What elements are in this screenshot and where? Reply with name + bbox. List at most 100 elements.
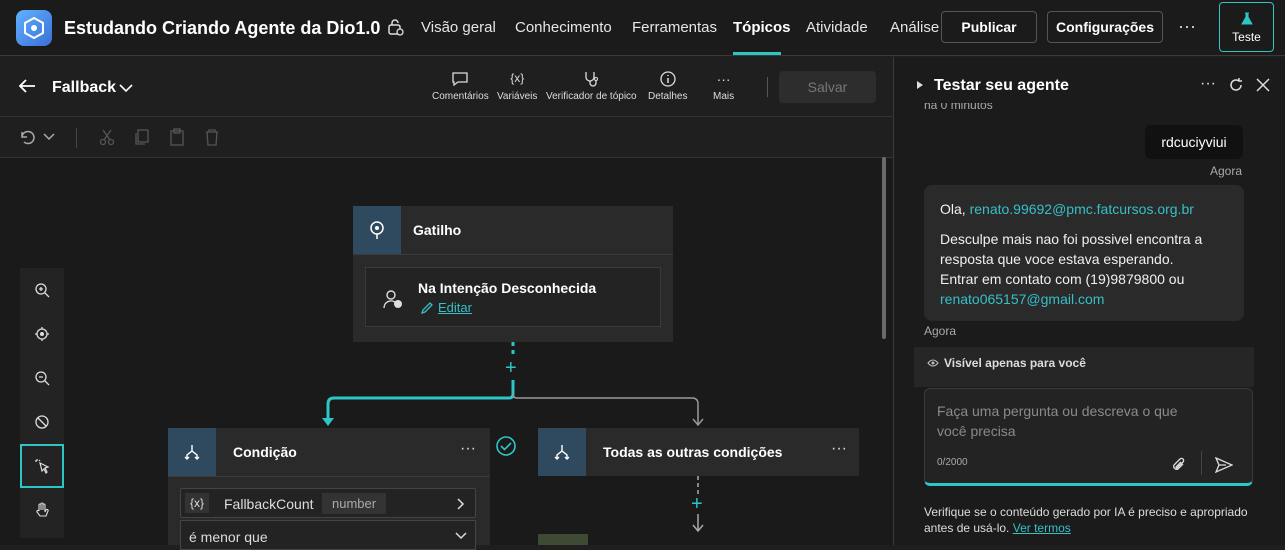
- panel-more-icon[interactable]: ···: [1200, 75, 1216, 93]
- condition-node[interactable]: Condição ··· {x} FallbackCount number é …: [168, 428, 490, 550]
- publish-button[interactable]: Publicar: [941, 11, 1037, 43]
- edit-link[interactable]: Editar: [420, 300, 472, 315]
- edit-toolbar: [0, 118, 893, 158]
- variable-name: FallbackCount: [224, 496, 314, 512]
- tab-overview[interactable]: Visão geral: [421, 19, 496, 36]
- trigger-event-name: Na Intenção Desconhecida: [418, 280, 597, 296]
- operator-value: é menor que: [189, 529, 268, 545]
- select-tool-icon[interactable]: [20, 444, 64, 488]
- variable-selector[interactable]: {x} FallbackCount number: [180, 488, 476, 518]
- canvas-scrollbar[interactable]: [882, 157, 886, 339]
- more-options-icon[interactable]: ···: [1178, 16, 1196, 37]
- delete-icon[interactable]: [204, 128, 220, 146]
- toolbar-divider: [76, 128, 77, 148]
- more-label: Mais: [713, 91, 735, 102]
- top-bar: Estudando Criando Agente da Dio1.0 Visão…: [0, 0, 1285, 56]
- tab-knowledge[interactable]: Conhecimento: [515, 19, 612, 36]
- tab-tools[interactable]: Ferramentas: [632, 19, 717, 36]
- back-arrow-icon[interactable]: [18, 78, 36, 97]
- chat-input[interactable]: Faça uma pergunta ou descreva o que você…: [924, 388, 1253, 486]
- zoom-out-icon[interactable]: [20, 356, 64, 400]
- flow-canvas[interactable]: + + Gatilho Na Intenção Desconhecida Edi…: [0, 158, 893, 550]
- details-label: Detalhes: [648, 91, 688, 102]
- tab-topics[interactable]: Tópicos: [733, 19, 791, 36]
- condition-icon-box: [168, 428, 216, 476]
- bot-email-link-2[interactable]: renato065157@gmail.com: [940, 289, 1228, 309]
- visibility-notice: Visível apenas para você: [914, 347, 1254, 387]
- user-message: rdcuciyviui: [1145, 125, 1243, 159]
- flask-icon: [1240, 12, 1253, 24]
- chevron-down-icon[interactable]: [119, 81, 133, 96]
- earlier-timestamp: há 0 minutos: [924, 103, 993, 112]
- caret-right-icon[interactable]: [917, 81, 923, 89]
- minimap-off-icon[interactable]: [20, 400, 64, 444]
- add-node-button[interactable]: +: [505, 358, 517, 378]
- topic-checker-tool[interactable]: Verificador de tópico: [546, 71, 637, 102]
- terms-link[interactable]: Ver termos: [1013, 521, 1071, 535]
- variable-icon: {x}: [510, 71, 525, 85]
- node-menu-icon[interactable]: ···: [460, 440, 476, 458]
- canvas-tools: [20, 268, 64, 538]
- node-divider: [168, 476, 490, 477]
- char-counter: 0/2000: [937, 457, 968, 468]
- condition-title: Condição: [233, 444, 297, 460]
- test-button[interactable]: Teste: [1219, 2, 1274, 52]
- add-node-button[interactable]: +: [691, 494, 703, 514]
- trigger-node[interactable]: Gatilho Na Intenção Desconhecida Editar: [353, 206, 673, 342]
- trigger-title: Gatilho: [413, 222, 462, 238]
- bot-line-1: Desculpe mais nao foi possivel encontra …: [940, 231, 1203, 267]
- recenter-icon[interactable]: [20, 312, 64, 356]
- visibility-text: Visível apenas para você: [944, 356, 1086, 370]
- node-menu-icon[interactable]: ···: [831, 440, 847, 458]
- trigger-icon-box: [353, 206, 401, 254]
- undo-icon[interactable]: [18, 128, 36, 146]
- copy-icon[interactable]: [134, 128, 150, 146]
- other-conditions-node[interactable]: Todas as outras condições ···: [538, 428, 859, 476]
- edit-label: Editar: [438, 300, 472, 315]
- operator-select[interactable]: é menor que: [180, 520, 476, 550]
- trigger-event-card[interactable]: Na Intenção Desconhecida Editar: [365, 267, 661, 327]
- comments-tool[interactable]: Comentários: [432, 71, 489, 102]
- attach-icon[interactable]: [1171, 457, 1187, 473]
- agent-settings-icon[interactable]: [386, 18, 404, 39]
- branch-icon: [554, 445, 570, 460]
- toolbar-divider: [767, 77, 768, 97]
- branch-icon: [184, 445, 200, 460]
- test-agent-panel: Testar seu agente ··· há 0 minutos rdcuc…: [893, 57, 1285, 545]
- pencil-icon: [420, 301, 433, 314]
- eye-icon: [927, 359, 939, 367]
- tab-analytics[interactable]: Análise: [890, 19, 939, 36]
- test-panel-title: Testar seu agente: [934, 77, 1069, 94]
- settings-button[interactable]: Configurações: [1047, 11, 1163, 43]
- bot-message-time: Agora: [924, 324, 957, 338]
- input-divider: [1201, 451, 1202, 475]
- user-chat-icon: [383, 290, 402, 309]
- variables-tool[interactable]: {x} Variáveis: [497, 71, 537, 102]
- comment-icon: [452, 72, 468, 87]
- editor-header: Fallback Comentários {x} Variáveis Verif…: [0, 57, 893, 117]
- node-divider: [353, 254, 673, 255]
- tab-activity[interactable]: Atividade: [806, 19, 868, 36]
- paste-icon[interactable]: [169, 128, 185, 146]
- app-title: Estudando Criando Agente da Dio1.0: [64, 18, 381, 38]
- more-tool[interactable]: ··· Mais: [713, 71, 734, 102]
- info-icon: [660, 71, 676, 87]
- comments-label: Comentários: [432, 91, 489, 102]
- topic-name[interactable]: Fallback: [52, 79, 116, 97]
- bot-greeting: Ola,: [940, 201, 966, 217]
- chevron-down-icon[interactable]: [43, 132, 55, 142]
- disclaimer-text: Verifique se o conteúdo gerado por IA é …: [924, 505, 1248, 535]
- chat-input-placeholder: Faça uma pergunta ou descreva o que você…: [937, 403, 1178, 439]
- details-tool[interactable]: Detalhes: [648, 71, 687, 102]
- refresh-icon[interactable]: [1228, 77, 1244, 93]
- send-icon[interactable]: [1215, 457, 1233, 473]
- bot-email-link[interactable]: renato.99692@pmc.fatcursos.org.br: [970, 201, 1194, 217]
- hand-pan-icon[interactable]: [20, 488, 64, 532]
- test-label: Teste: [1232, 29, 1261, 44]
- save-button[interactable]: Salvar: [779, 71, 876, 103]
- close-icon[interactable]: [1256, 78, 1270, 92]
- other-conditions-title: Todas as outras condições: [603, 444, 783, 460]
- zoom-in-icon[interactable]: [20, 268, 64, 312]
- cut-icon[interactable]: [99, 128, 115, 146]
- other-conditions-icon-box: [538, 428, 586, 476]
